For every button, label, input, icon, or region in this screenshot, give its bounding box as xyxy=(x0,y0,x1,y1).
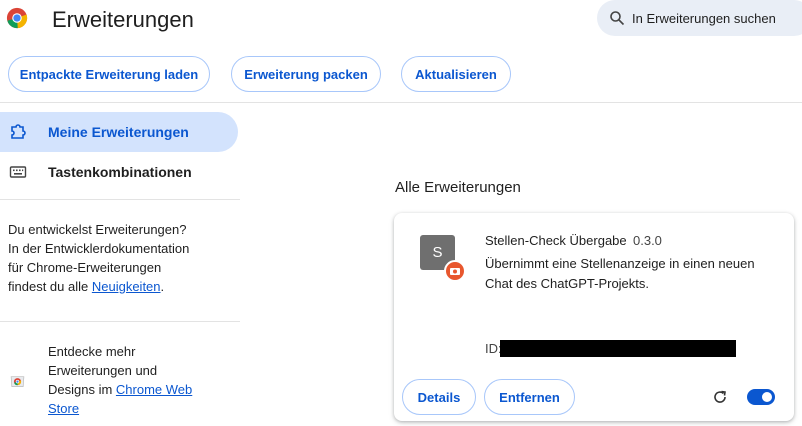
web-store-icon xyxy=(10,376,25,387)
details-button[interactable]: Details xyxy=(402,379,476,415)
search-input[interactable]: In Erweiterungen suchen xyxy=(632,11,776,26)
camera-badge-icon xyxy=(444,260,466,282)
developer-text: . xyxy=(160,279,165,294)
extension-name: Stellen-Check Übergabe xyxy=(485,233,627,248)
developer-text: für Chrome-Erweiterungen xyxy=(8,260,162,275)
sidebar-item-shortcuts[interactable]: Tastenkombinationen xyxy=(48,164,192,180)
news-link[interactable]: Neuigkeiten xyxy=(92,279,161,294)
remove-button[interactable]: Entfernen xyxy=(484,379,575,415)
toggle-knob xyxy=(762,392,772,402)
sidebar-item-label: Meine Erweiterungen xyxy=(48,124,189,140)
developer-text: findest du alle xyxy=(8,279,89,294)
load-unpacked-button[interactable]: Entpackte Erweiterung laden xyxy=(8,56,210,92)
reload-icon[interactable] xyxy=(712,389,728,405)
page-title: Erweiterungen xyxy=(52,7,194,32)
puzzle-icon xyxy=(11,124,26,139)
sidebar-divider xyxy=(0,321,240,322)
update-button[interactable]: Aktualisieren xyxy=(401,56,511,92)
developer-info: Du entwickelst Erweiterungen? In der Ent… xyxy=(8,220,233,296)
web-store-info: Entdecke mehr Erweiterungen und Designs … xyxy=(48,342,228,418)
store-text: Erweiterungen und xyxy=(48,363,158,378)
sidebar-divider xyxy=(0,199,240,200)
search-icon xyxy=(610,11,625,26)
keyboard-icon xyxy=(9,166,27,178)
web-store-link[interactable]: Chrome Web xyxy=(116,382,192,397)
developer-text: Du entwickelst Erweiterungen? xyxy=(8,222,187,237)
developer-text: In der Entwicklerdokumentation xyxy=(8,241,190,256)
enable-toggle[interactable] xyxy=(747,389,775,405)
extension-id-redacted xyxy=(500,340,736,357)
web-store-link[interactable]: Store xyxy=(48,401,79,416)
extension-description: Übernimmt eine Stellenanzeige in einen n… xyxy=(485,256,755,291)
extension-version: 0.3.0 xyxy=(633,233,662,248)
store-text: Designs im xyxy=(48,382,113,397)
pack-extension-button[interactable]: Erweiterung packen xyxy=(231,56,381,92)
section-title: Alle Erweiterungen xyxy=(395,179,521,196)
chrome-logo-icon xyxy=(6,7,28,29)
search-box[interactable]: In Erweiterungen suchen xyxy=(597,0,802,36)
extension-card: S Stellen-Check Übergabe 0.3.0 Übernimmt… xyxy=(394,213,794,421)
store-text: Entdecke mehr xyxy=(48,344,136,359)
header-divider xyxy=(0,102,802,103)
